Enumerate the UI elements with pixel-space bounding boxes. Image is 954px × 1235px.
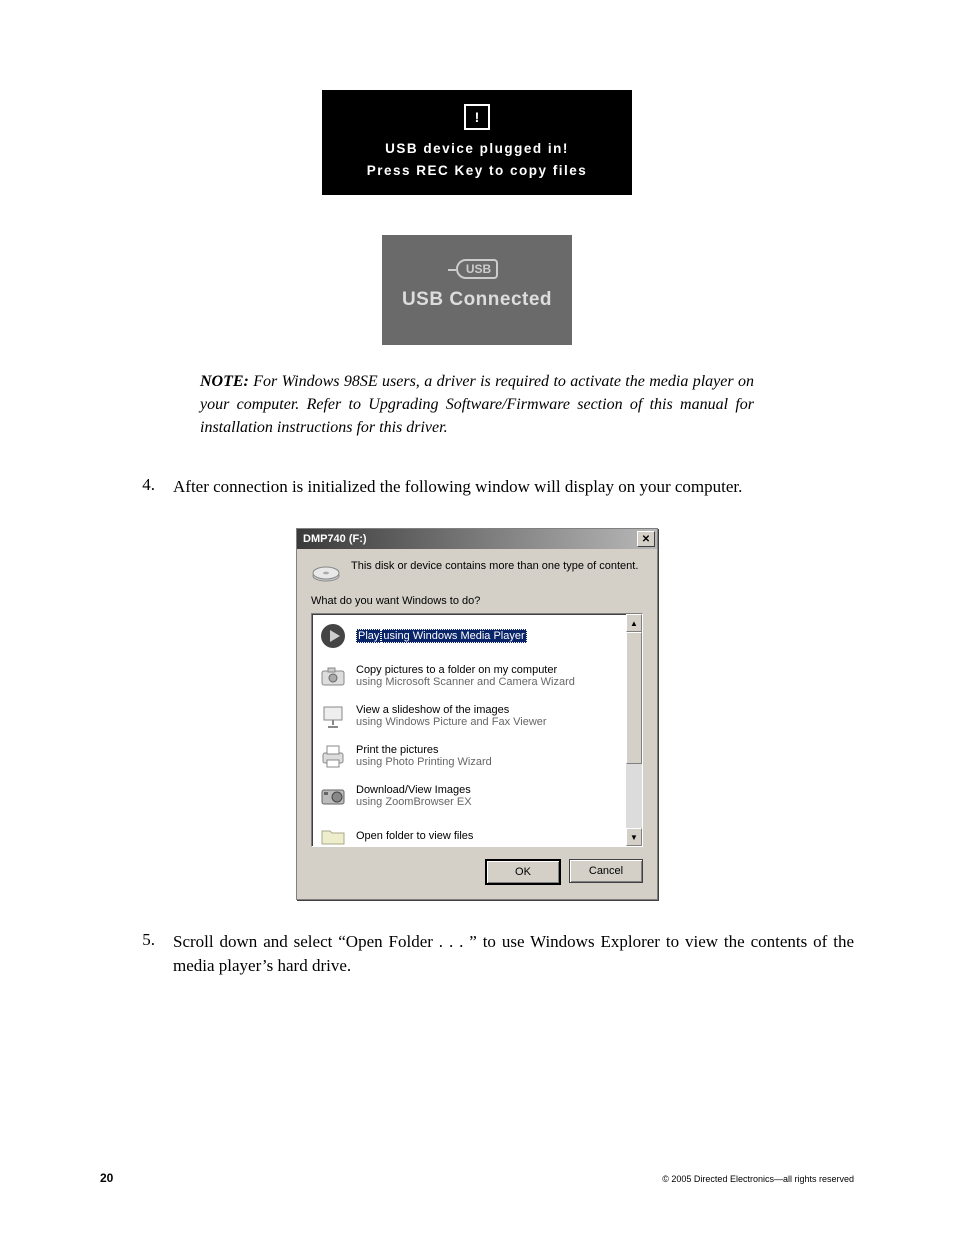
step-4-text: After connection is initialized the foll…	[173, 475, 854, 499]
option-print-title: Print the pictures	[356, 744, 492, 756]
option-copy-sub: using Microsoft Scanner and Camera Wizar…	[356, 676, 575, 688]
scroll-up-button[interactable]: ▲	[626, 614, 642, 632]
steps-list: 4. After connection is initialized the f…	[100, 475, 854, 499]
autoplay-dialog: DMP740 (F:) ✕ This disk or device contai…	[296, 528, 658, 900]
option-slideshow[interactable]: View a slideshow of the imagesusing Wind…	[314, 696, 624, 736]
step-4-number: 4.	[100, 475, 173, 499]
option-dlview-title: Download/View Images	[356, 784, 472, 796]
dialog-buttons: OK Cancel	[311, 859, 643, 885]
option-copy-title: Copy pictures to a folder on my computer	[356, 664, 575, 676]
options-listbox[interactable]: Playusing Windows Media Player Copy pict…	[311, 613, 643, 847]
steps-list-2: 5. Scroll down and select “Open Folder .…	[100, 930, 854, 978]
option-dlview-sub: using ZoomBrowser EX	[356, 796, 472, 808]
option-copy-pictures[interactable]: Copy pictures to a folder on my computer…	[314, 656, 624, 696]
camera2-icon	[318, 781, 348, 811]
ok-button[interactable]: OK	[485, 859, 561, 885]
dialog-top-row: This disk or device contains more than o…	[311, 559, 643, 585]
slideshow-icon	[318, 701, 348, 731]
scroll-track[interactable]	[626, 632, 642, 828]
option-download-view[interactable]: Download/View Imagesusing ZoomBrowser EX	[314, 776, 624, 816]
copyright: © 2005 Directed Electronics—all rights r…	[662, 1174, 854, 1184]
banner1-line2: Press REC Key to copy files	[322, 160, 632, 182]
disk-icon	[311, 561, 341, 585]
step-4: 4. After connection is initialized the f…	[100, 475, 854, 499]
step-5-number: 5.	[100, 930, 173, 978]
banner2-text: USB Connected	[382, 289, 572, 311]
usb-logo-icon: USB	[456, 259, 498, 279]
dialog-body: This disk or device contains more than o…	[297, 549, 657, 899]
step-5-text: Scroll down and select “Open Folder . . …	[173, 930, 854, 978]
note-label: NOTE:	[200, 373, 249, 390]
listbox-scrollbar[interactable]: ▲ ▼	[626, 614, 642, 846]
usb-plugged-banner: ! USB device plugged in! Press REC Key t…	[322, 90, 632, 195]
banner1-line1: USB device plugged in!	[322, 138, 632, 160]
folder-icon	[318, 821, 348, 846]
option-print-sub: using Photo Printing Wizard	[356, 756, 492, 768]
option-folder-title: Open folder to view files	[356, 830, 473, 842]
dialog-question: What do you want Windows to do?	[311, 595, 643, 607]
note-body: For Windows 98SE users, a driver is requ…	[200, 373, 754, 436]
close-button[interactable]: ✕	[637, 531, 655, 547]
scroll-down-button[interactable]: ▼	[626, 828, 642, 846]
option-slideshow-title: View a slideshow of the images	[356, 704, 547, 716]
printer-icon	[318, 741, 348, 771]
page-footer: 20 © 2005 Directed Electronics—all right…	[100, 1171, 854, 1185]
option-slideshow-sub: using Windows Picture and Fax Viewer	[356, 716, 547, 728]
play-icon	[318, 621, 348, 651]
option-play-sub: using Windows Media Player	[381, 629, 526, 643]
option-play-title: Play	[356, 629, 381, 643]
dialog-title: DMP740 (F:)	[303, 533, 367, 545]
usb-connected-banner: USB USB Connected	[382, 235, 572, 345]
options-inner: Playusing Windows Media Player Copy pict…	[312, 614, 626, 846]
option-play[interactable]: Playusing Windows Media Player	[314, 616, 624, 656]
dialog-titlebar[interactable]: DMP740 (F:) ✕	[297, 529, 657, 549]
warning-icon: !	[464, 104, 490, 130]
dialog-message: This disk or device contains more than o…	[351, 559, 638, 585]
scroll-thumb[interactable]	[626, 632, 642, 764]
option-print[interactable]: Print the picturesusing Photo Printing W…	[314, 736, 624, 776]
cancel-button[interactable]: Cancel	[569, 859, 643, 883]
note-block: NOTE: For Windows 98SE users, a driver i…	[200, 370, 754, 440]
step-5: 5. Scroll down and select “Open Folder .…	[100, 930, 854, 978]
page-number: 20	[100, 1171, 113, 1185]
camera-icon	[318, 661, 348, 691]
option-open-folder[interactable]: Open folder to view files	[314, 816, 624, 846]
